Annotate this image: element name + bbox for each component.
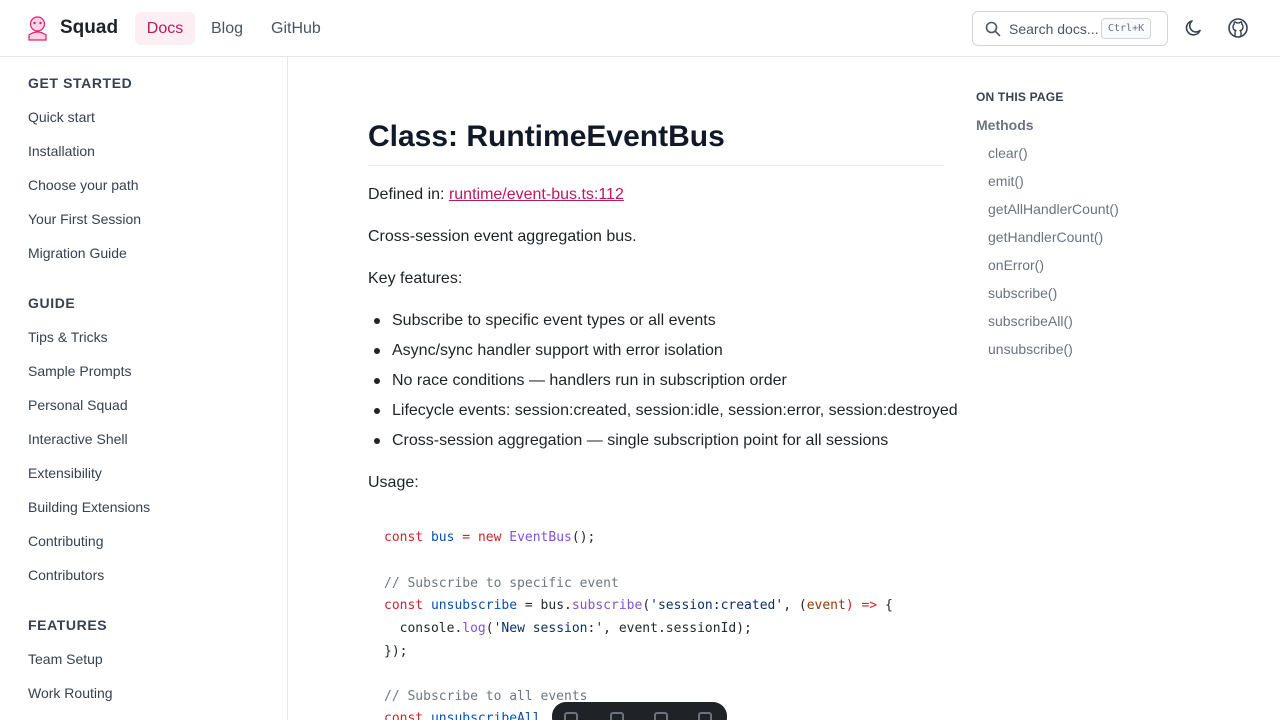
feature-item: Cross-session aggregation — single subsc… xyxy=(392,432,889,449)
toolbar-tool-icon[interactable] xyxy=(610,712,624,720)
toc-item-get-all-handler-count[interactable]: getAllHandlerCount() xyxy=(988,201,1119,217)
defined-in-line: Defined in: runtime/event-bus.ts:112 xyxy=(368,186,624,204)
toc-item-subscribe-all[interactable]: subscribeAll() xyxy=(988,313,1073,329)
bullet-dot xyxy=(374,348,380,354)
sidebar-item-interactive-shell[interactable]: Interactive Shell xyxy=(28,431,128,447)
sidebar: GET STARTED Quick start Installation Cho… xyxy=(0,57,288,720)
top-header: Squad Docs Blog GitHub Search docs... Ct… xyxy=(0,0,1280,57)
search-icon xyxy=(985,21,1001,37)
search-box[interactable]: Search docs... Ctrl+K xyxy=(972,11,1168,46)
search-placeholder: Search docs... xyxy=(1009,21,1099,37)
source-link[interactable]: runtime/event-bus.ts:112 xyxy=(449,186,624,203)
title-divider xyxy=(368,165,944,166)
feature-item: No race conditions — handlers run in sub… xyxy=(392,372,787,389)
sidebar-item-contributing[interactable]: Contributing xyxy=(28,533,104,549)
sidebar-item-choose-your-path[interactable]: Choose your path xyxy=(28,177,139,193)
toolbar-tool-icon[interactable] xyxy=(654,712,668,720)
sidebar-item-team-setup[interactable]: Team Setup xyxy=(28,651,103,667)
nav-docs[interactable]: Docs xyxy=(135,12,195,45)
toc-heading: ON THIS PAGE xyxy=(976,90,1064,104)
sidebar-item-quick-start[interactable]: Quick start xyxy=(28,109,95,125)
brand-name[interactable]: Squad xyxy=(60,17,118,39)
page-title: Class: RuntimeEventBus xyxy=(368,120,725,153)
sidebar-item-personal-squad[interactable]: Personal Squad xyxy=(28,397,128,413)
sidebar-item-contributors[interactable]: Contributors xyxy=(28,567,104,583)
nav-blog[interactable]: Blog xyxy=(211,12,243,45)
toc-section-methods[interactable]: Methods xyxy=(976,117,1034,133)
toc-item-subscribe[interactable]: subscribe() xyxy=(988,285,1057,301)
toolbar-settings-icon[interactable] xyxy=(698,712,712,720)
code-line-close: }); xyxy=(384,644,408,659)
sidebar-item-work-routing[interactable]: Work Routing xyxy=(28,685,113,701)
toolbar-tool-icon[interactable] xyxy=(564,712,578,720)
defined-in-label: Defined in: xyxy=(368,186,449,203)
sidebar-section-guide: GUIDE xyxy=(28,295,76,311)
bullet-dot xyxy=(374,378,380,384)
toc-item-on-error[interactable]: onError() xyxy=(988,257,1044,273)
dark-mode-moon-icon[interactable] xyxy=(1183,17,1205,39)
toc-item-get-handler-count[interactable]: getHandlerCount() xyxy=(988,229,1103,245)
sidebar-item-building-extensions[interactable]: Building Extensions xyxy=(28,499,150,515)
bullet-dot xyxy=(374,318,380,324)
search-shortcut-badge: Ctrl+K xyxy=(1101,18,1152,39)
bullet-dot xyxy=(374,438,380,444)
code-line-1: const bus = new EventBus(); xyxy=(384,530,596,545)
sidebar-section-features: FEATURES xyxy=(28,617,108,633)
feature-item: Lifecycle events: session:created, sessi… xyxy=(392,402,958,419)
code-line-subscribe: const unsubscribe = bus.subscribe('sessi… xyxy=(384,598,893,613)
sidebar-item-your-first-session[interactable]: Your First Session xyxy=(28,211,141,227)
floating-toolbar[interactable] xyxy=(552,702,727,720)
toc-item-emit[interactable]: emit() xyxy=(988,173,1024,189)
sidebar-item-sample-prompts[interactable]: Sample Prompts xyxy=(28,363,131,379)
sidebar-item-migration-guide[interactable]: Migration Guide xyxy=(28,245,127,261)
github-icon[interactable] xyxy=(1227,17,1249,39)
nav-github[interactable]: GitHub xyxy=(271,12,321,45)
feature-item: Subscribe to specific event types or all… xyxy=(392,312,716,329)
code-line-comment: // Subscribe to specific event xyxy=(384,576,619,591)
sidebar-item-tips-tricks[interactable]: Tips & Tricks xyxy=(28,329,108,345)
sidebar-item-extensibility[interactable]: Extensibility xyxy=(28,465,102,481)
sidebar-section-get-started: GET STARTED xyxy=(28,75,133,91)
features-label: Key features: xyxy=(368,270,463,287)
code-line-log: console.log('New session:', event.sessio… xyxy=(384,621,752,636)
feature-item: Async/sync handler support with error is… xyxy=(392,342,723,359)
bullet-dot xyxy=(374,408,380,414)
sidebar-item-installation[interactable]: Installation xyxy=(28,143,95,159)
code-line-subscribe-all: const unsubscribeAll xyxy=(384,711,541,720)
toc-item-clear[interactable]: clear() xyxy=(988,145,1028,161)
squad-logo-icon[interactable] xyxy=(25,15,50,41)
class-description: Cross-session event aggregation bus. xyxy=(368,228,637,245)
code-line-comment-2: // Subscribe to all events xyxy=(384,689,588,704)
usage-label: Usage: xyxy=(368,474,419,491)
toc-item-unsubscribe[interactable]: unsubscribe() xyxy=(988,341,1073,357)
